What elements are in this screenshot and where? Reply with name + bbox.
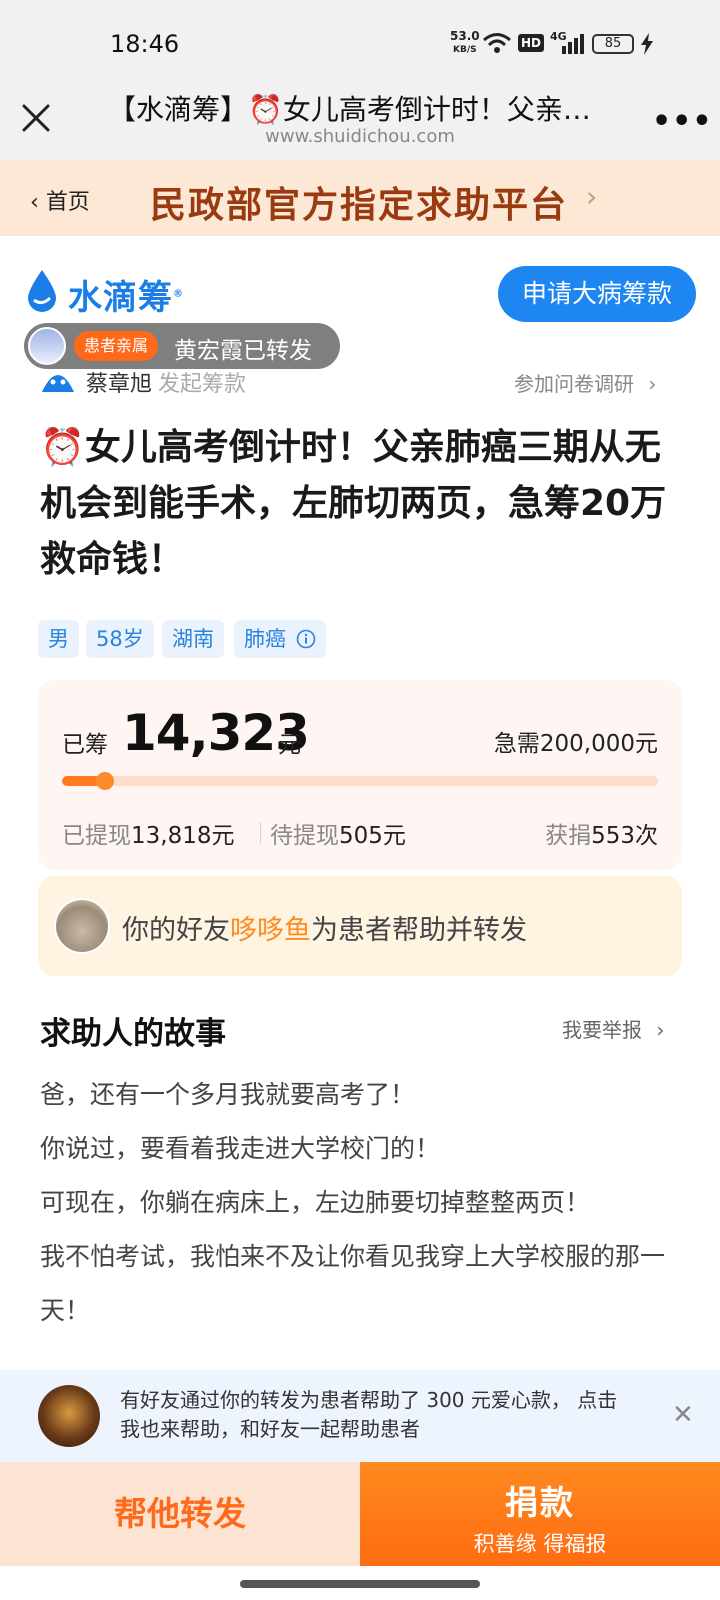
home-back-link[interactable]: ‹ 首页: [30, 184, 90, 216]
withdrawn-stat: 已提现13,818元: [62, 816, 234, 850]
tag-disease-label: 肺癌: [244, 627, 286, 651]
initiator-line: 蔡章旭 发起筹款: [86, 366, 246, 398]
story-paragraph: 我不怕考试，我怕来不及让你看见我穿上大学校服的那一天！: [40, 1242, 666, 1325]
chevron-right-icon: ›: [586, 180, 598, 213]
battery-icon: 85: [592, 34, 634, 54]
tag-disease[interactable]: 肺癌: [234, 620, 326, 658]
pending-value: 505元: [339, 823, 406, 849]
story-paragraph: 可现在，你躺在病床上，左边肺要切掉整整两页！: [40, 1188, 591, 1217]
divider: [260, 822, 261, 844]
sharer-avatar: [28, 327, 66, 365]
gesture-bar[interactable]: [240, 1580, 480, 1588]
relation-badge: 患者亲属: [74, 331, 159, 361]
charging-icon: [641, 33, 653, 55]
donations-value: 553次: [591, 823, 658, 849]
survey-link[interactable]: 参加问卷调研 ›: [514, 368, 656, 397]
notice-avatar: [38, 1385, 100, 1447]
donation-count-stat: 获捐553次: [545, 816, 658, 850]
friend-donation-notice[interactable]: 有好友通过你的转发为患者帮助了 300 元爱心款， 点击我也来帮助，和好友一起帮…: [0, 1370, 720, 1462]
donate-label: 捐款: [505, 1483, 575, 1522]
home-label: 首页: [45, 190, 90, 215]
friend-suffix: 为患者帮助并转发: [311, 915, 527, 946]
raised-unit: 元: [278, 732, 301, 758]
withdrawn-value: 13,818元: [131, 823, 235, 849]
status-bar: 18:46 53.0 KB/S HD 4G 85: [0, 0, 720, 80]
banner-text: 民政部官方指定求助平台: [150, 185, 569, 226]
progress-knob: [95, 772, 114, 790]
report-link[interactable]: 我要举报 ›: [562, 1014, 664, 1043]
notice-text: 有好友通过你的转发为患者帮助了 300 元爱心款， 点击我也来帮助，和好友一起帮…: [120, 1388, 618, 1441]
page-title: 【水滴筹】⏰女儿高考倒计时！父亲…: [108, 93, 591, 126]
friend-support-text: 你的好友哆哆鱼为患者帮助并转发: [122, 908, 527, 947]
withdrawn-label: 已提现: [62, 823, 131, 849]
network-speed-value: 53.0: [450, 29, 480, 43]
hd-icon: HD: [518, 34, 545, 52]
shared-by-pill: 患者亲属 黄宏霞已转发: [24, 323, 340, 369]
progress-bar: [62, 772, 658, 790]
friend-prefix: 你的好友: [122, 915, 230, 946]
clock: 18:46: [110, 30, 180, 58]
donate-button[interactable]: 捐款 积善缘 得福报: [360, 1462, 720, 1566]
friend-support-card[interactable]: 你的好友哆哆鱼为患者帮助并转发: [38, 876, 682, 976]
chevron-right-icon: ›: [648, 372, 657, 396]
story-text: 爸，还有一个多月我就要高考了！ 你说过，要看着我走进大学校门的！ 可现在，你躺在…: [40, 1068, 690, 1338]
logo-text: 水滴筹®: [68, 270, 184, 319]
network-speed-unit: KB/S: [453, 45, 477, 55]
campaign-headline: ⏰女儿高考倒计时！父亲肺癌三期从无机会到能手术，左肺切两页，急筹20万救命钱！: [40, 427, 667, 580]
close-icon[interactable]: ✕: [672, 1400, 694, 1430]
donate-subtitle: 积善缘 得福报: [473, 1532, 607, 1556]
platform-banner[interactable]: ‹ 首页 民政部官方指定求助平台 ›: [0, 160, 720, 236]
sharer-text: 黄宏霞已转发: [174, 338, 312, 364]
friend-avatar: [54, 898, 110, 954]
battery-level: 85: [604, 36, 622, 51]
network-speed: 53.0 KB/S: [450, 30, 480, 56]
report-label: 我要举报: [562, 1018, 642, 1042]
target-amount: 急需200,000元: [493, 731, 658, 757]
page-url: www.shuidichou.com: [265, 126, 455, 147]
apply-fundraising-button[interactable]: 申请大病筹款: [498, 266, 696, 322]
wifi-icon: [483, 33, 511, 53]
browser-title-bar: 【水滴筹】⏰女儿高考倒计时！父亲… www.shuidichou.com •••: [0, 80, 720, 160]
signal-icon: [562, 34, 584, 54]
initiator-action: 发起筹款: [158, 372, 247, 397]
initiator-name: 蔡章旭: [86, 372, 153, 397]
shuidi-logo-icon: [28, 270, 56, 312]
story-section-title: 求助人的故事: [40, 1016, 226, 1052]
tag-province: 湖南: [162, 620, 224, 658]
share-button[interactable]: 帮他转发: [0, 1462, 360, 1566]
pending-stat: 待提现505元: [270, 816, 406, 850]
more-options-icon[interactable]: •••: [652, 104, 713, 139]
pending-label: 待提现: [270, 823, 339, 849]
raised-label: 已筹: [62, 732, 108, 758]
chevron-right-icon: ›: [656, 1018, 665, 1042]
chevron-left-icon: ‹: [30, 190, 39, 215]
tag-gender: 男: [38, 620, 79, 658]
fundraising-progress-card: 已筹 14,323 元 急需200,000元 已提现13,818元 待提现505…: [38, 680, 682, 870]
initiator-avatar-icon: [42, 375, 74, 392]
registered-mark: ®: [173, 288, 184, 300]
tag-age: 58岁: [86, 620, 154, 658]
story-paragraph: 你说过，要看着我走进大学校门的！: [40, 1134, 441, 1163]
brand-name: 水滴筹: [68, 278, 173, 318]
friend-name: 哆哆鱼: [230, 915, 311, 946]
story-paragraph: 爸，还有一个多月我就要高考了！: [40, 1080, 416, 1109]
info-icon[interactable]: [296, 629, 316, 649]
donations-label: 获捐: [545, 823, 592, 849]
survey-label: 参加问卷调研: [514, 372, 634, 396]
